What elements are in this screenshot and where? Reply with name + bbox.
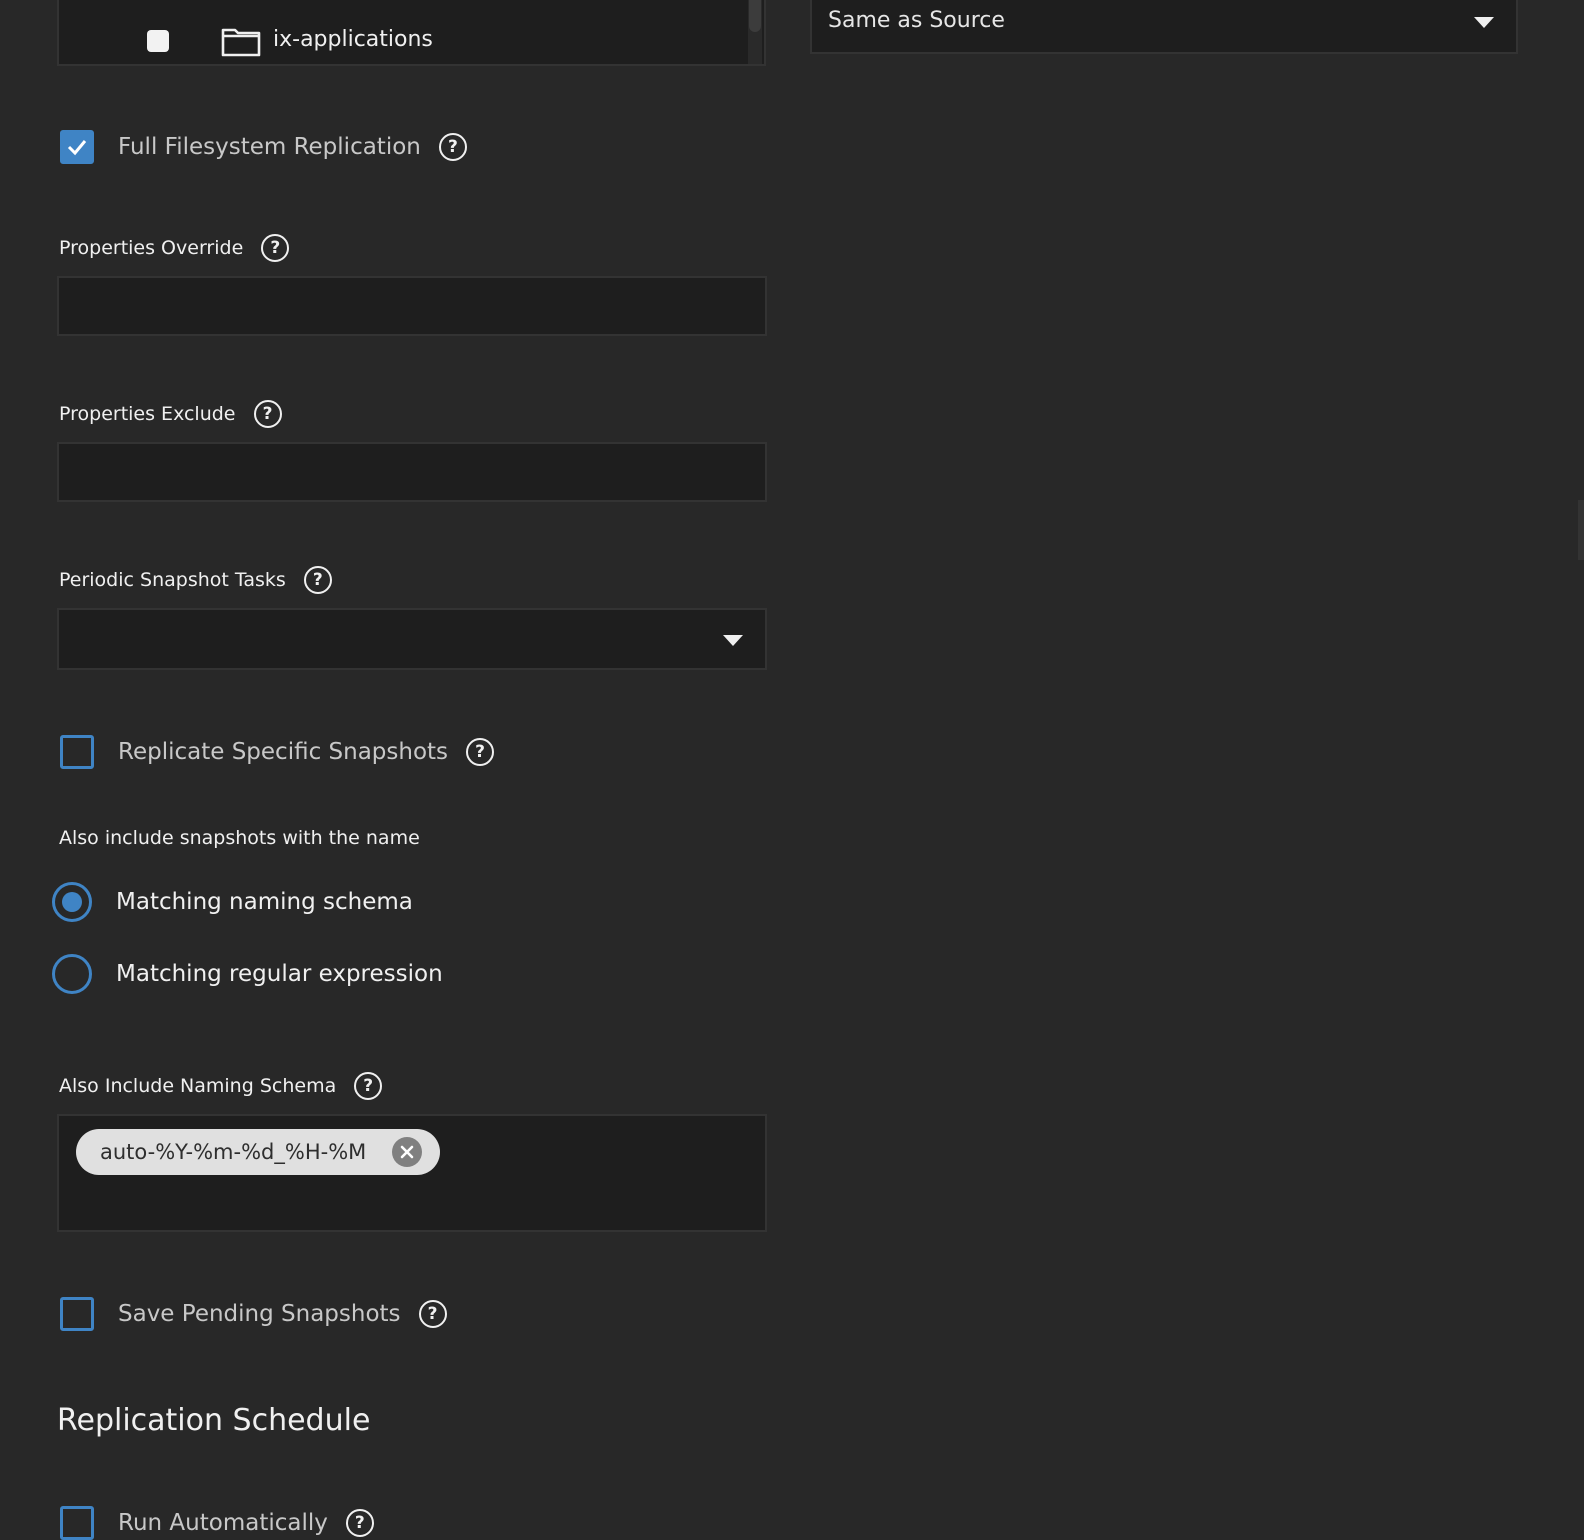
- help-circle-icon[interactable]: ?: [253, 400, 282, 428]
- help-circle-icon[interactable]: ?: [438, 133, 467, 161]
- full-filesystem-label: Full Filesystem Replication: [118, 134, 421, 160]
- run-automatically-row: Run Automatically ?: [60, 1503, 374, 1540]
- naming-schema-chip-input[interactable]: auto-%Y-%m-%d_%H-%M: [57, 1114, 767, 1232]
- radio-button[interactable]: [52, 882, 92, 922]
- save-pending-checkbox[interactable]: [60, 1297, 94, 1331]
- save-pending-row: Save Pending Snapshots ?: [60, 1294, 447, 1334]
- destination-select-value: Same as Source: [828, 8, 1005, 33]
- replicate-specific-label: Replicate Specific Snapshots: [118, 739, 449, 765]
- periodic-snapshot-tasks-label: Periodic Snapshot Tasks ?: [59, 566, 332, 594]
- periodic-snapshot-tasks-label-text: Periodic Snapshot Tasks: [59, 569, 286, 591]
- radio-label: Matching naming schema: [116, 889, 413, 915]
- properties-override-label: Properties Override ?: [59, 234, 290, 262]
- section-title-replication-schedule: Replication Schedule: [57, 1403, 371, 1438]
- periodic-snapshot-tasks-select[interactable]: [57, 608, 767, 670]
- radio-matching-regular-expression[interactable]: Matching regular expression: [52, 953, 443, 995]
- radio-matching-naming-schema[interactable]: Matching naming schema: [52, 881, 413, 923]
- properties-override-label-text: Properties Override: [59, 237, 244, 259]
- properties-override-input[interactable]: [57, 276, 767, 336]
- tree-item-checkbox[interactable]: [147, 30, 169, 52]
- naming-schema-label-text: Also Include Naming Schema: [59, 1075, 337, 1097]
- help-circle-icon[interactable]: ?: [303, 566, 332, 594]
- folder-icon: [221, 28, 261, 57]
- run-automatically-label: Run Automatically: [118, 1510, 328, 1536]
- tree-scrollbar-thumb[interactable]: [749, 0, 761, 32]
- full-filesystem-row: Full Filesystem Replication ?: [60, 127, 467, 167]
- tree-item-ix-applications[interactable]: ix-applications: [59, 24, 749, 58]
- close-icon: [400, 1145, 414, 1159]
- help-circle-icon[interactable]: ?: [466, 738, 495, 766]
- tree-item-label: ix-applications: [273, 27, 433, 52]
- chip-text: auto-%Y-%m-%d_%H-%M: [100, 1140, 367, 1164]
- page-scrollbar[interactable]: [1578, 500, 1584, 560]
- caret-down-icon: [723, 635, 743, 646]
- properties-exclude-input[interactable]: [57, 442, 767, 502]
- tree-scrollbar[interactable]: [748, 0, 762, 64]
- caret-down-icon: [1474, 17, 1494, 28]
- naming-schema-chip: auto-%Y-%m-%d_%H-%M: [76, 1129, 440, 1175]
- help-circle-icon[interactable]: ?: [261, 234, 290, 262]
- radio-button[interactable]: [52, 954, 92, 994]
- radio-label: Matching regular expression: [116, 961, 443, 987]
- properties-exclude-label: Properties Exclude ?: [59, 400, 282, 428]
- close-circle-icon[interactable]: [392, 1137, 422, 1167]
- naming-schema-label: Also Include Naming Schema ?: [59, 1072, 383, 1100]
- replication-task-form: ix-applications Same as Source Full File…: [0, 0, 1584, 1540]
- save-pending-label: Save Pending Snapshots: [118, 1301, 401, 1327]
- replicate-specific-checkbox[interactable]: [60, 735, 94, 769]
- help-circle-icon[interactable]: ?: [418, 1300, 447, 1328]
- destination-select[interactable]: Same as Source: [810, 0, 1518, 54]
- also-include-label: Also include snapshots with the name: [59, 827, 420, 849]
- help-circle-icon[interactable]: ?: [354, 1072, 383, 1100]
- properties-exclude-label-text: Properties Exclude: [59, 403, 236, 425]
- checkmark-icon: [67, 140, 87, 156]
- help-circle-icon[interactable]: ?: [345, 1509, 374, 1537]
- replicate-specific-row: Replicate Specific Snapshots ?: [60, 732, 495, 772]
- full-filesystem-checkbox[interactable]: [60, 130, 94, 164]
- run-automatically-checkbox[interactable]: [60, 1506, 94, 1540]
- dataset-tree[interactable]: ix-applications: [57, 0, 766, 66]
